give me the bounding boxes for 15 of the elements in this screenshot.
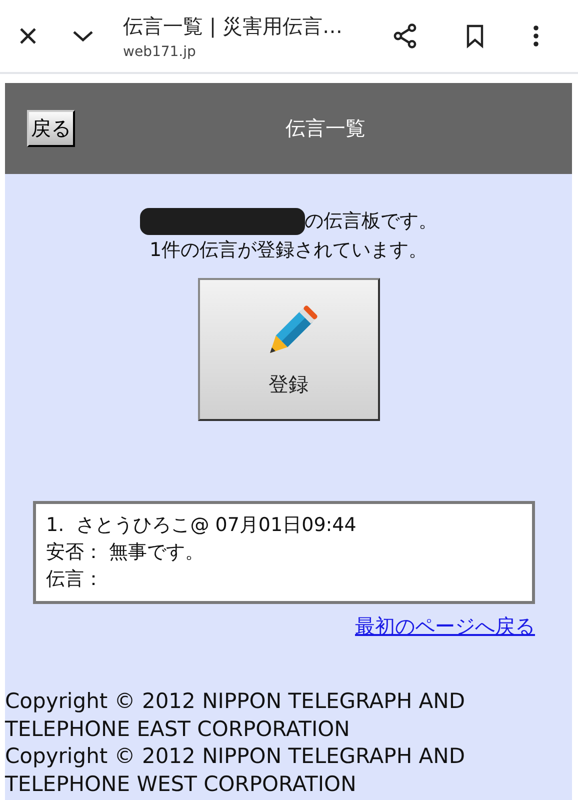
register-button[interactable]: 登録 <box>198 278 380 421</box>
page-url: web171.jp <box>123 44 197 60</box>
count-text: 1件の伝言が登録されています。 <box>149 238 428 263</box>
copyright-text: Copyright © 2012 NIPPON TELEGRAPH AND TELEPHONE EAST CORPORATION <box>5 688 466 742</box>
back-button[interactable]: 戻る <box>27 110 75 147</box>
message-line: 伝言： <box>46 567 104 592</box>
message-line: 1. さとうひろこ@ 07月01日09:44 <box>46 513 358 538</box>
share-icon[interactable] <box>391 22 419 50</box>
header-title: 伝言一覧 <box>284 115 366 142</box>
more-icon[interactable] <box>533 24 539 48</box>
page-title: 伝言一覧 | 災害用伝言… <box>123 12 344 40</box>
back-to-top-link[interactable]: 最初のページへ戻る <box>355 613 535 640</box>
board-text: の伝言板です。 <box>304 209 438 234</box>
copyright-text: Copyright © 2012 NIPPON TELEGRAPH AND TELEPHONE WEST CORPORATION <box>5 743 466 798</box>
message-line: 安否： 無事です。 <box>46 540 206 565</box>
